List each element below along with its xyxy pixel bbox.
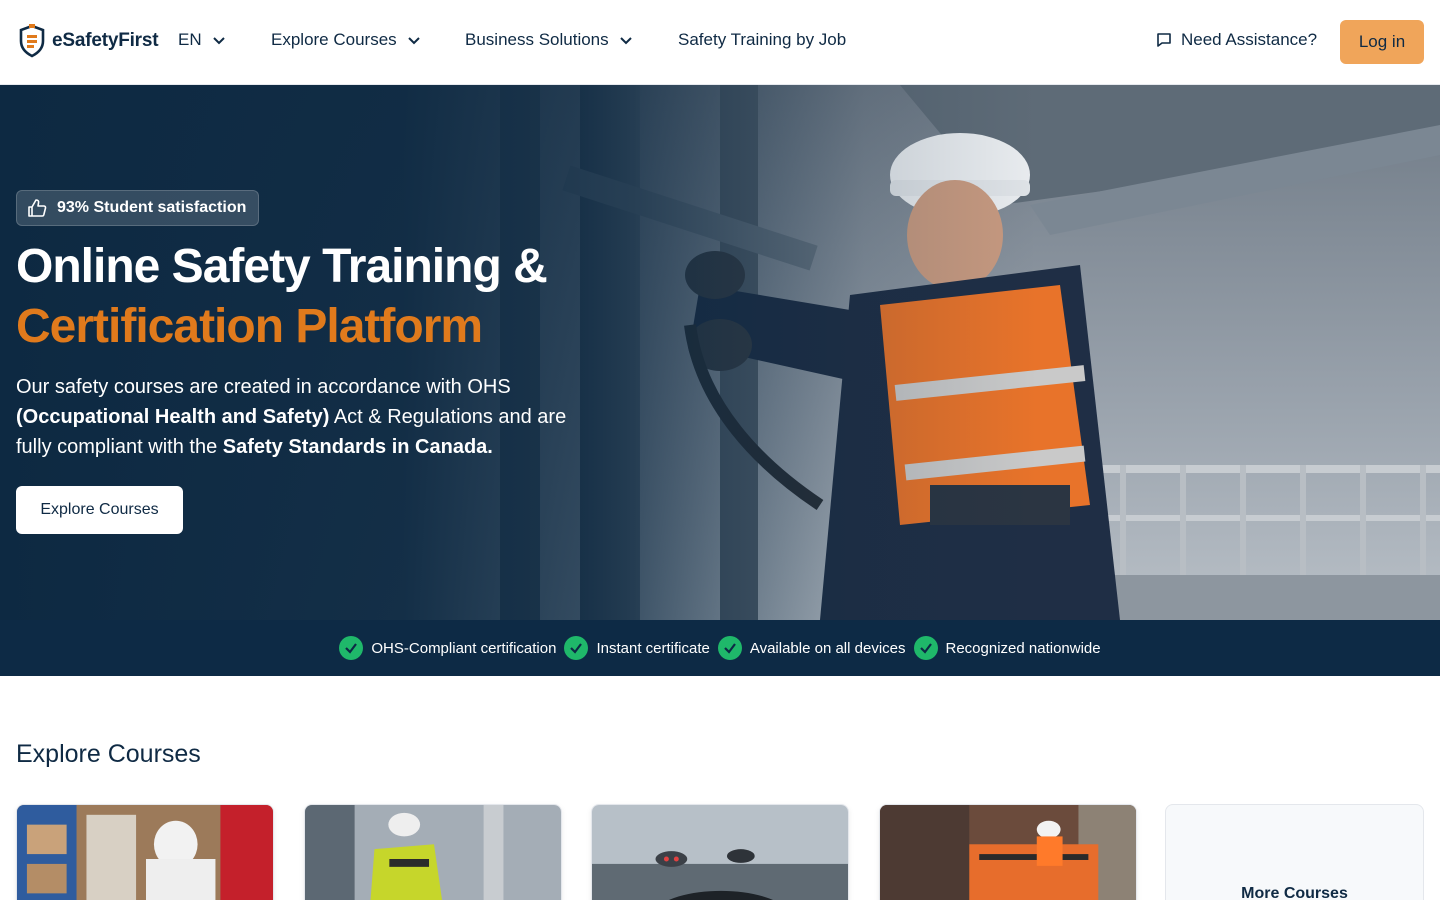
course-thumbnail-image (17, 805, 273, 900)
more-courses-label: More Courses (1241, 885, 1348, 900)
site-header: eSafetyFirst EN Explore Courses Business… (0, 0, 1440, 85)
features-strip: OHS-Compliant certification Instant cert… (0, 620, 1440, 676)
check-icon (339, 636, 364, 660)
course-thumbnail-image (592, 805, 848, 900)
course-card-aerial-lift[interactable] (879, 804, 1137, 900)
chevron-down-icon (619, 37, 632, 45)
desc-bold2: Safety Standards in Canada. (222, 436, 493, 458)
feature-item: OHS-Compliant certification (339, 636, 556, 660)
feature-label: Recognized nationwide (945, 639, 1101, 657)
feature-item: Available on all devices (717, 636, 906, 660)
course-thumbnail-image (880, 805, 1136, 900)
course-thumbnail-image (305, 805, 561, 900)
hero-title: Online Safety Training & Certification P… (16, 237, 548, 357)
login-button[interactable]: Log in (1340, 20, 1424, 64)
need-assistance-link[interactable]: Need Assistance? (1156, 30, 1317, 50)
feature-item: Recognized nationwide (913, 636, 1101, 660)
course-card-fall-protection[interactable] (304, 804, 562, 900)
nav-label: Business Solutions (465, 30, 609, 49)
hero-description: Our safety courses are created in accord… (16, 372, 596, 462)
check-icon (913, 636, 938, 660)
hero-title-line1: Online Safety Training & (16, 240, 548, 293)
hero-section: 93% Student satisfaction Online Safety T… (0, 85, 1440, 620)
chevron-down-icon (407, 37, 420, 45)
desc-bold1: (Occupational Health and Safety) (16, 406, 330, 428)
course-card-hazmat[interactable] (16, 804, 274, 900)
language-selector[interactable]: EN (178, 30, 226, 50)
brand-name: eSafetyFirst (52, 30, 159, 51)
nav-safety-training-by-job[interactable]: Safety Training by Job (678, 30, 846, 50)
explore-courses-button[interactable]: Explore Courses (16, 486, 183, 534)
course-card-defensive-driving[interactable] (591, 804, 849, 900)
feature-label: Available on all devices (749, 639, 906, 657)
satisfaction-badge: 93% Student satisfaction (16, 190, 260, 226)
language-label: EN (178, 30, 202, 49)
shield-logo-icon (19, 24, 45, 58)
desc-part1: Our safety courses are created in accord… (16, 376, 511, 398)
nav-label: Explore Courses (271, 30, 397, 49)
chat-icon (1157, 33, 1171, 47)
chevron-down-icon (212, 37, 225, 45)
feature-label: Instant certificate (596, 639, 710, 657)
nav-business-solutions[interactable]: Business Solutions (465, 30, 633, 50)
nav-explore-courses[interactable]: Explore Courses (271, 30, 421, 50)
explore-courses-heading: Explore Courses (16, 740, 201, 768)
thumbs-up-icon (28, 199, 47, 217)
more-courses-card[interactable]: More Courses (1165, 804, 1424, 900)
feature-label: OHS-Compliant certification (371, 639, 557, 657)
logo[interactable]: eSafetyFirst (18, 24, 159, 58)
feature-item: Instant certificate (564, 636, 710, 660)
assist-label: Need Assistance? (1181, 30, 1318, 49)
badge-text: 93% Student satisfaction (57, 199, 247, 216)
check-icon (564, 636, 589, 660)
check-icon (717, 636, 742, 660)
hero-title-line2: Certification Platform (16, 300, 483, 353)
nav-label: Safety Training by Job (678, 30, 847, 49)
